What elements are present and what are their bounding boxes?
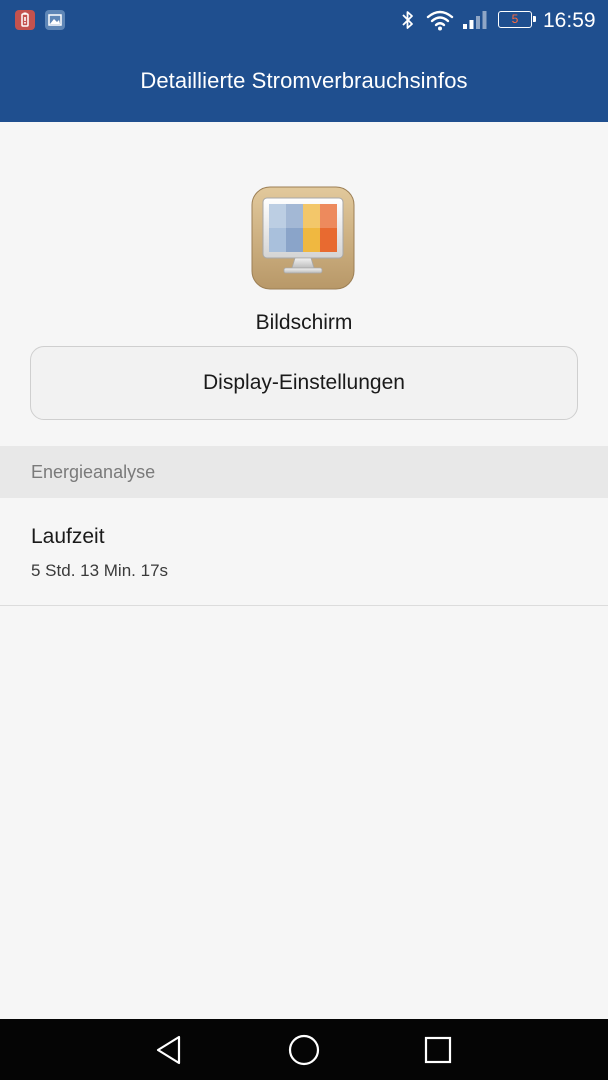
display-settings-button[interactable]: Display-Einstellungen — [30, 346, 578, 420]
app-name: Bildschirm — [255, 311, 353, 334]
battery-level: 5 — [511, 12, 519, 26]
bluetooth-icon — [402, 11, 413, 29]
display-settings-button-label: Display-Einstellungen — [203, 371, 405, 394]
navigation-bar — [0, 1019, 608, 1080]
signal-icon — [463, 11, 487, 29]
header-bar: Detaillierte Stromverbrauchsinfos — [0, 40, 608, 122]
battery-alert-icon — [15, 10, 35, 30]
runtime-label: Laufzeit — [31, 525, 105, 548]
runtime-value: 5 Std. 13 Min. 17s — [31, 561, 169, 580]
status-time: 16:59 — [543, 9, 596, 32]
section-header-energy-analysis: Energieanalyse — [0, 446, 608, 498]
home-icon[interactable] — [287, 1033, 321, 1067]
image-icon — [45, 10, 65, 30]
back-icon[interactable] — [152, 1033, 186, 1067]
display-monitor-icon — [251, 186, 355, 290]
battery-icon: 5 — [498, 11, 536, 28]
page-title: Detaillierte Stromverbrauchsinfos — [140, 68, 468, 93]
wifi-icon — [426, 10, 454, 31]
recent-apps-icon[interactable] — [421, 1033, 455, 1067]
status-bar: 5 16:59 — [0, 0, 608, 40]
list-item-runtime: Laufzeit 5 Std. 13 Min. 17s — [0, 498, 608, 606]
section-header-label: Energieanalyse — [31, 462, 156, 482]
